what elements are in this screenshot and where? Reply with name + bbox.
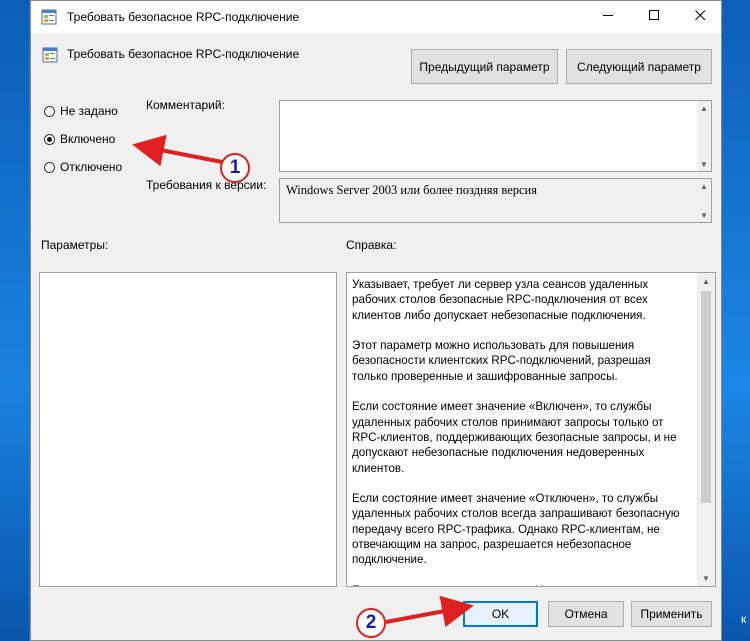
arrow-to-ok-button [385, 595, 474, 628]
arrow-to-enabled-option [132, 134, 223, 167]
annotation-arrows [132, 134, 474, 628]
step-one-badge: 1 [220, 153, 250, 183]
step-two-badge: 2 [356, 608, 386, 638]
